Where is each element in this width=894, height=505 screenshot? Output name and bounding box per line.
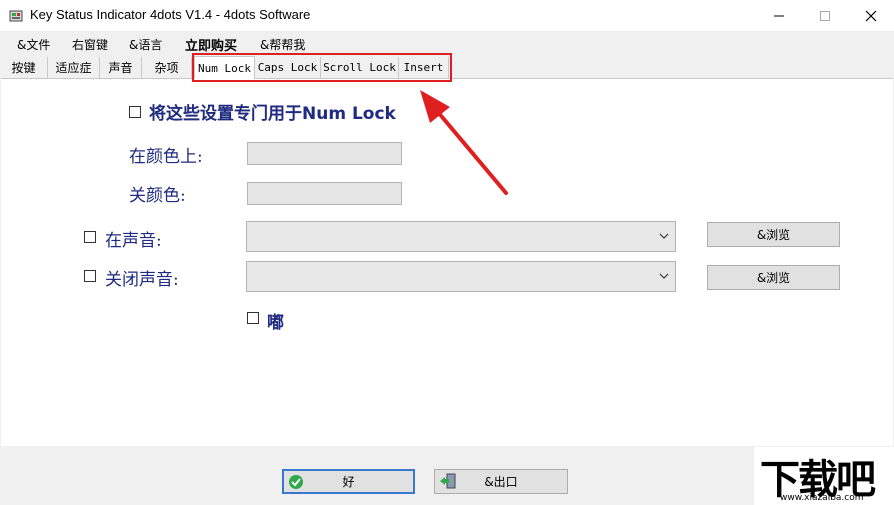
chevron-down-icon xyxy=(659,273,669,279)
tab-scroll-lock[interactable]: Scroll Lock xyxy=(321,57,399,78)
menu-right-key[interactable]: 右窗键 xyxy=(72,36,108,53)
minimize-button[interactable] xyxy=(756,0,802,31)
beep-checkbox[interactable] xyxy=(247,312,259,324)
menu-language[interactable]: &语言 xyxy=(129,36,162,53)
check-circle-icon xyxy=(289,475,303,489)
close-icon xyxy=(865,10,877,21)
menu-file[interactable]: &文件 xyxy=(17,36,50,53)
title-bar: Key Status Indicator 4dots V1.4 - 4dots … xyxy=(0,0,894,31)
annotation-arrow-icon xyxy=(420,90,508,195)
close-button[interactable] xyxy=(848,0,894,31)
use-settings-checkbox[interactable] xyxy=(129,106,141,118)
tab-strip: 按键 适应症 声音 杂项 Num Lock Caps Lock Scroll L… xyxy=(0,56,894,79)
off-color-label: 关颜色: xyxy=(129,186,186,206)
window-title: Key Status Indicator 4dots V1.4 - 4dots … xyxy=(30,7,311,22)
use-settings-label: 将这些设置专门用于Num Lock xyxy=(149,104,396,124)
on-sound-select[interactable] xyxy=(246,221,676,252)
ok-label: 好 xyxy=(342,475,355,489)
on-color-swatch[interactable] xyxy=(247,142,402,165)
off-color-swatch[interactable] xyxy=(247,182,402,205)
maximize-icon xyxy=(820,10,830,21)
menu-buy-now[interactable]: 立即购买 xyxy=(185,35,237,54)
tab-insert[interactable]: Insert xyxy=(399,57,449,78)
menu-bar: &文件 右窗键 &语言 立即购买 &帮帮我 xyxy=(0,31,541,56)
minimize-icon xyxy=(774,15,784,16)
tab-sound[interactable]: 声音 xyxy=(100,57,142,78)
exit-label: &出口 xyxy=(484,475,518,489)
exit-door-icon xyxy=(440,473,456,489)
menu-help[interactable]: &帮帮我 xyxy=(260,36,305,53)
on-sound-checkbox[interactable] xyxy=(84,231,96,243)
on-sound-label: 在声音: xyxy=(105,231,162,251)
off-sound-label: 关闭声音: xyxy=(105,270,179,290)
app-icon xyxy=(9,10,23,22)
tab-caps-lock[interactable]: Caps Lock xyxy=(255,57,321,78)
off-sound-browse-button[interactable]: &浏览 xyxy=(707,265,840,290)
tab-num-lock[interactable]: Num Lock xyxy=(194,56,255,79)
tab-keys[interactable]: 按键 xyxy=(0,57,48,78)
ok-button[interactable]: 好 xyxy=(282,469,415,494)
maximize-button[interactable] xyxy=(802,0,848,31)
watermark-logo: 下载吧 www.xiazaiba.com xyxy=(754,447,894,505)
chevron-down-icon xyxy=(659,233,669,239)
watermark-url: www.xiazaiba.com xyxy=(780,493,864,503)
beep-label: 嘟 xyxy=(267,313,284,333)
exit-button[interactable]: &出口 xyxy=(434,469,568,494)
off-sound-checkbox[interactable] xyxy=(84,270,96,282)
on-sound-browse-button[interactable]: &浏览 xyxy=(707,222,840,247)
on-color-label: 在颜色上: xyxy=(129,147,203,167)
tab-indications[interactable]: 适应症 xyxy=(48,57,100,78)
tab-misc[interactable]: 杂项 xyxy=(142,57,192,78)
off-sound-select[interactable] xyxy=(246,261,676,292)
